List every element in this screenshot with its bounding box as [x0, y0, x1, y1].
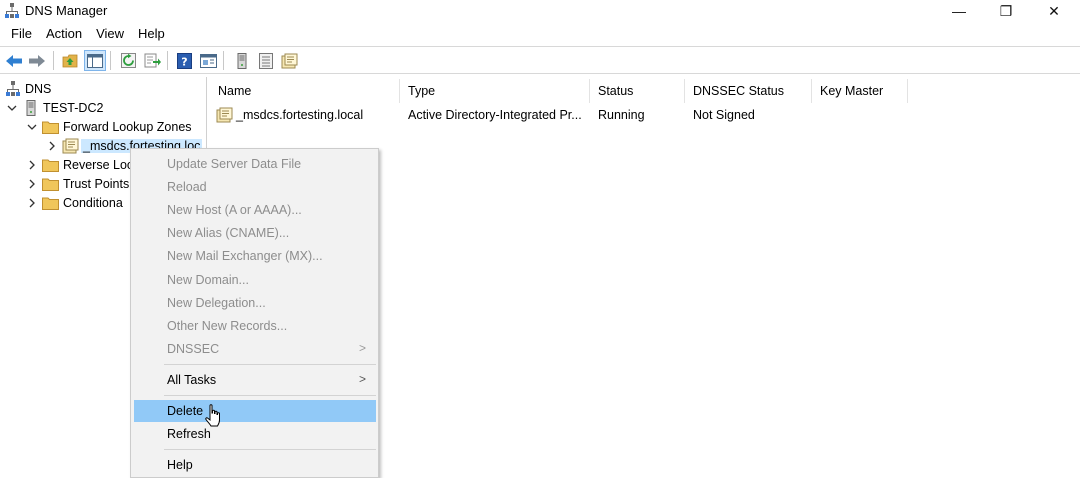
cell-type: Active Directory-Integrated Pr... [408, 108, 582, 122]
tree-label: Conditiona [63, 195, 123, 210]
menu-item-new-delegation[interactable]: New Delegation... [134, 292, 376, 314]
column-header-dnssec-status[interactable]: DNSSEC Status [685, 79, 812, 103]
menu-item-label: New Alias (CNAME)... [167, 226, 290, 240]
zone-icon[interactable] [278, 50, 300, 71]
tree-label: Trust Points [63, 176, 130, 191]
menu-item-label: All Tasks [167, 373, 217, 387]
tree-label: Reverse Loo [63, 157, 134, 172]
cell-status: Running [598, 108, 645, 122]
cell-dnssec-status: Not Signed [693, 108, 755, 122]
tree-label: TEST-DC2 [43, 100, 104, 115]
tree-node-server[interactable]: TEST-DC2 [6, 98, 103, 117]
mouse-cursor-icon [205, 404, 221, 430]
chevron-right-icon[interactable] [46, 136, 58, 155]
folder-icon [42, 195, 59, 211]
menu-item-label: Update Server Data File [167, 157, 302, 171]
menu-separator [164, 395, 376, 396]
svg-text:?: ? [181, 55, 187, 68]
chevron-down-icon[interactable] [6, 98, 18, 117]
dns-icon [4, 80, 21, 97]
column-header-key-master[interactable]: Key Master [812, 79, 908, 103]
folder-icon [42, 157, 59, 173]
tree-node-conditional-forwarders[interactable]: Conditiona [26, 193, 123, 212]
chevron-right-icon[interactable] [26, 193, 38, 212]
chevron-down-icon[interactable] [26, 117, 38, 136]
menu-item-label: Reload [167, 180, 207, 194]
tree-node-trust-points[interactable]: Trust Points [26, 174, 129, 193]
menu-item-all-tasks[interactable]: All Tasks > [134, 369, 376, 391]
menu-help[interactable]: Help [131, 23, 172, 44]
table-row[interactable]: _msdcs.fortesting.local Active Directory… [210, 104, 908, 126]
server-icon[interactable] [231, 50, 253, 71]
properties-panel-icon[interactable] [197, 50, 219, 71]
column-header-type[interactable]: Type [400, 79, 590, 103]
menu-action[interactable]: Action [39, 23, 89, 44]
toolbar-separator [167, 51, 168, 70]
cell-name: _msdcs.fortesting.local [210, 107, 400, 123]
column-header-status[interactable]: Status [590, 79, 685, 103]
chevron-right-icon[interactable] [26, 155, 38, 174]
menu-item-label: New Delegation... [167, 296, 266, 310]
window-title: DNS Manager [25, 3, 108, 18]
submenu-arrow-icon: > [358, 372, 366, 386]
minimize-button[interactable]: — [936, 0, 982, 22]
context-menu: Update Server Data File Reload New Host … [130, 148, 379, 478]
menu-file[interactable]: File [0, 23, 39, 44]
menu-item-dnssec[interactable]: DNSSEC > [134, 338, 376, 360]
forward-arrow-icon[interactable] [26, 50, 48, 71]
menu-item-reload[interactable]: Reload [134, 176, 376, 198]
menu-separator [164, 364, 376, 365]
tree-label: DNS [25, 81, 52, 96]
menu-item-label: Help [167, 458, 193, 472]
menu-item-label: DNSSEC [167, 342, 220, 356]
title-bar: DNS Manager — ❐ ✕ [0, 0, 1080, 22]
menu-item-label: Other New Records... [167, 319, 288, 333]
menu-item-label: Delete [167, 404, 204, 418]
zone-icon [216, 107, 233, 123]
toolbar-separator [110, 51, 111, 70]
menu-item-help[interactable]: Help [134, 454, 376, 476]
zone-icon [62, 138, 79, 154]
close-button[interactable]: ✕ [1031, 0, 1077, 22]
tree-label: Forward Lookup Zones [63, 119, 192, 134]
column-headers: Name Type Status DNSSEC Status Key Maste… [210, 79, 908, 103]
menu-item-update-server-data-file[interactable]: Update Server Data File [134, 153, 376, 175]
menu-item-new-domain[interactable]: New Domain... [134, 269, 376, 291]
menu-item-refresh[interactable]: Refresh [134, 423, 376, 445]
menu-item-new-alias[interactable]: New Alias (CNAME)... [134, 222, 376, 244]
menu-item-new-mail-exchanger[interactable]: New Mail Exchanger (MX)... [134, 245, 376, 267]
menu-item-label: New Mail Exchanger (MX)... [167, 249, 323, 263]
tree-node-forward-lookup-zones[interactable]: Forward Lookup Zones [26, 117, 192, 136]
up-folder-icon[interactable] [59, 50, 81, 71]
dns-manager-icon [5, 3, 19, 19]
list-view-icon[interactable] [255, 50, 277, 71]
menu-bar: File Action View Help [0, 23, 1080, 44]
export-list-icon[interactable] [141, 50, 163, 71]
submenu-arrow-icon: > [358, 341, 366, 355]
toolbar: ? [0, 46, 1080, 74]
chevron-right-icon[interactable] [26, 174, 38, 193]
row-name: _msdcs.fortesting.local [236, 108, 364, 122]
menu-item-delete[interactable]: Delete [134, 400, 376, 422]
menu-item-label: New Host (A or AAAA)... [167, 203, 302, 217]
menu-item-other-new-records[interactable]: Other New Records... [134, 315, 376, 337]
folder-icon [42, 119, 59, 135]
menu-view[interactable]: View [89, 23, 131, 44]
toolbar-separator [223, 51, 224, 70]
column-header-name[interactable]: Name [210, 79, 400, 103]
help-icon[interactable]: ? [173, 50, 195, 71]
menu-item-label: New Domain... [167, 273, 249, 287]
server-icon [22, 99, 39, 116]
maximize-button[interactable]: ❐ [983, 0, 1029, 22]
show-hide-tree-icon[interactable] [84, 50, 106, 71]
toolbar-separator [53, 51, 54, 70]
tree-node-reverse-lookup-zones[interactable]: Reverse Loo [26, 155, 134, 174]
menu-separator [164, 449, 376, 450]
refresh-icon[interactable] [117, 50, 139, 71]
tree-node-dns[interactable]: DNS [4, 79, 51, 98]
menu-item-new-host[interactable]: New Host (A or AAAA)... [134, 199, 376, 221]
folder-icon [42, 176, 59, 192]
back-arrow-icon[interactable] [3, 50, 25, 71]
